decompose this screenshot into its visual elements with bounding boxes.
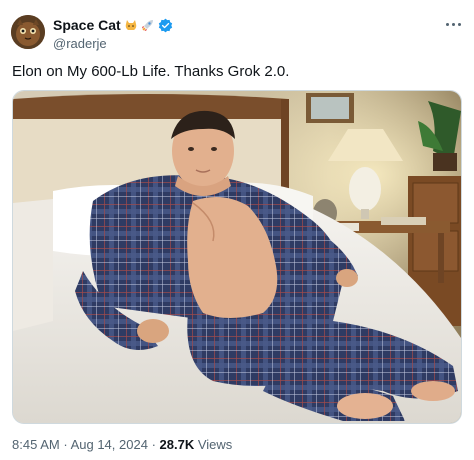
meta-separator: · [151, 437, 156, 452]
cat-emoji-icon [124, 18, 138, 32]
tweet-header: Space Cat @raderje [11, 15, 463, 51]
dot [458, 22, 461, 26]
tweet-date[interactable]: Aug 14, 2024 [71, 437, 148, 452]
author-handle[interactable]: @raderje [53, 35, 172, 52]
dot [452, 22, 455, 26]
rocket-emoji-icon [141, 18, 155, 32]
dot [446, 22, 449, 26]
tweet-time[interactable]: 8:45 AM [12, 437, 60, 452]
views-count[interactable]: 28.7K [160, 437, 195, 452]
more-options-icon[interactable] [437, 17, 461, 31]
display-name[interactable]: Space Cat [53, 16, 121, 34]
avatar-image [11, 15, 45, 49]
display-name-row: Space Cat [53, 16, 172, 34]
author-names: Space Cat @raderje [53, 16, 172, 52]
tweet-meta: 8:45 AM · Aug 14, 2024 · 28.7K Views [12, 437, 232, 453]
tweet-text: Elon on My 600-Lb Life. Thanks Grok 2.0. [12, 63, 290, 80]
verified-badge-icon[interactable] [158, 18, 172, 33]
views-label: Views [197, 437, 233, 452]
avatar[interactable] [11, 15, 45, 49]
meta-separator: · [63, 437, 68, 452]
tweet-media-image[interactable] [12, 90, 462, 424]
bedroom-photo [13, 91, 461, 423]
